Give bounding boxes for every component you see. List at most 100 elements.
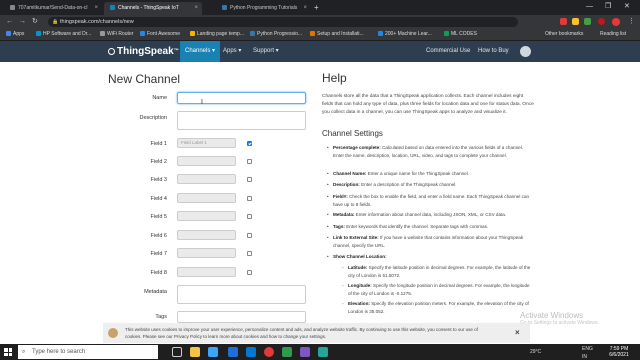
windows-start-icon[interactable] — [4, 348, 12, 356]
lock-icon: 🔒 — [52, 19, 59, 25]
field3-label: Field 3 — [150, 177, 167, 183]
task-view-icon[interactable] — [172, 347, 182, 357]
file-explorer-icon[interactable] — [190, 347, 200, 357]
mail-icon[interactable] — [246, 347, 256, 357]
field3-checkbox[interactable] — [247, 177, 252, 182]
cookie-icon — [108, 328, 118, 338]
window-close-icon[interactable]: ✕ — [624, 0, 630, 14]
bookmark-item[interactable]: ML CODES — [444, 29, 477, 40]
field1-checkbox[interactable] — [247, 141, 252, 146]
help-item: Percentage complete: Calculated based on… — [327, 144, 533, 159]
field5-checkbox[interactable] — [247, 214, 252, 219]
fontawesome-icon — [140, 31, 145, 37]
bookmarks-bar: Apps HP Software and Dr... WiFi Router F… — [0, 29, 640, 41]
close-icon[interactable]: × — [303, 2, 307, 15]
name-input[interactable] — [177, 92, 306, 104]
tab-thingspeak[interactable]: Channels - ThingSpeak IoT × — [104, 2, 202, 15]
text-cursor-icon: I — [201, 99, 203, 106]
field6-label: Field 6 — [150, 233, 167, 239]
help-item: Show Channel Location: — [327, 253, 533, 261]
extension-icon[interactable] — [584, 18, 591, 25]
menu-apps[interactable]: Apps ▾ — [218, 41, 246, 62]
field1-input[interactable]: Field Label 1 — [177, 138, 236, 148]
field3-input[interactable] — [177, 174, 236, 184]
tab-python[interactable]: Python Programming Tutorials × — [216, 2, 311, 15]
field2-checkbox[interactable] — [247, 159, 252, 164]
back-icon[interactable]: ← — [6, 17, 13, 27]
field4-label: Field 4 — [150, 196, 167, 202]
menu-dots-icon[interactable]: ⋮ — [628, 17, 635, 27]
weather-text[interactable]: 29°C — [530, 344, 541, 360]
field2-label: Field 2 — [150, 159, 167, 165]
minimize-icon[interactable]: — — [586, 0, 593, 14]
taskbar-clock[interactable]: 7:59 PM 6/6/2021 — [604, 346, 634, 358]
bookmark-icon — [444, 31, 449, 37]
tags-input[interactable] — [177, 311, 306, 323]
thingspeak-logo[interactable]: ThingSpeak™ — [108, 45, 179, 58]
edge-icon[interactable] — [208, 347, 218, 357]
app-icon[interactable] — [282, 347, 292, 357]
metadata-input[interactable] — [177, 285, 306, 304]
bookmark-item[interactable]: Font Awesome — [140, 29, 180, 40]
help-item: Metadata: Enter information about channe… — [327, 211, 533, 219]
cookie-banner: This website uses cookies to improve you… — [103, 323, 530, 343]
channel-settings-title: Channel Settings — [322, 129, 383, 138]
bookmark-item[interactable]: 200+ Machine Lear... — [378, 29, 432, 40]
help-item: Description: Enter a description of the … — [327, 181, 533, 189]
menu-channels[interactable]: Channels ▾ — [180, 41, 221, 62]
url-input[interactable]: 🔒 thingspeak.com/channels/new — [48, 17, 518, 27]
user-avatar[interactable] — [520, 46, 531, 57]
thingspeak-logo-icon — [108, 48, 115, 55]
app-icon[interactable] — [300, 347, 310, 357]
bookmark-item[interactable]: Setup and Installati... — [310, 29, 364, 40]
reload-icon[interactable]: ↻ — [32, 17, 38, 27]
field6-checkbox[interactable] — [247, 233, 252, 238]
forward-icon[interactable]: → — [19, 17, 26, 27]
recording-icon[interactable] — [612, 18, 620, 26]
metadata-label: Metadata — [144, 289, 167, 295]
description-input[interactable] — [177, 111, 306, 130]
field8-checkbox[interactable] — [247, 270, 252, 275]
maximize-icon[interactable]: ❐ — [605, 0, 611, 14]
extension-icon[interactable] — [572, 18, 579, 25]
tab-github[interactable]: 707amitkumar/Send-Data-on-cl × — [4, 2, 102, 15]
store-icon[interactable] — [228, 347, 238, 357]
profile-avatar[interactable] — [598, 18, 605, 25]
field6-input[interactable] — [177, 230, 236, 240]
cookie-close-button[interactable]: × — [515, 328, 520, 337]
bookmark-item[interactable]: Python Progressio... — [250, 29, 302, 40]
bookmark-other[interactable]: Other bookmarks — [545, 29, 583, 40]
field4-checkbox[interactable] — [247, 196, 252, 201]
bookmark-item[interactable]: HP Software and Dr... — [36, 29, 91, 40]
help-intro: Channels store all the data that a Thing… — [322, 94, 534, 115]
field4-input[interactable] — [177, 193, 236, 203]
new-tab-icon[interactable]: + — [314, 2, 319, 14]
close-icon[interactable]: × — [94, 2, 98, 15]
field5-input[interactable] — [177, 211, 236, 221]
field7-checkbox[interactable] — [247, 251, 252, 256]
bookmark-icon — [190, 31, 195, 37]
field8-input[interactable] — [177, 267, 236, 277]
language-indicator[interactable]: ENG IN — [582, 345, 593, 360]
field7-input[interactable] — [177, 248, 236, 258]
activate-windows-watermark: Activate Windows — [520, 311, 584, 320]
field7-label: Field 7 — [150, 251, 167, 257]
apps-grid-icon — [6, 31, 11, 37]
help-title: Help — [322, 71, 347, 85]
app-icon[interactable] — [318, 347, 328, 357]
bookmark-item[interactable]: Landing page temp... — [190, 29, 244, 40]
taskbar-search-input[interactable]: ⌕ Type here to search — [18, 345, 158, 359]
bookmark-apps[interactable]: Apps — [6, 29, 24, 40]
bookmark-item[interactable]: WiFi Router — [100, 29, 133, 40]
close-icon[interactable]: × — [194, 2, 198, 15]
chrome-icon[interactable] — [264, 347, 274, 357]
commercial-use-link[interactable]: Commercial Use — [426, 41, 470, 62]
help-subitem: Latitude: Specify the latitude position … — [342, 264, 534, 279]
how-to-buy-link[interactable]: How to Buy — [478, 41, 509, 62]
field2-input[interactable] — [177, 156, 236, 166]
bookmark-reading-list[interactable]: Reading list — [600, 29, 626, 40]
menu-support[interactable]: Support ▾ — [248, 41, 284, 62]
python-icon — [250, 31, 255, 37]
extension-icon[interactable] — [560, 18, 567, 25]
description-label: Description — [139, 115, 167, 121]
